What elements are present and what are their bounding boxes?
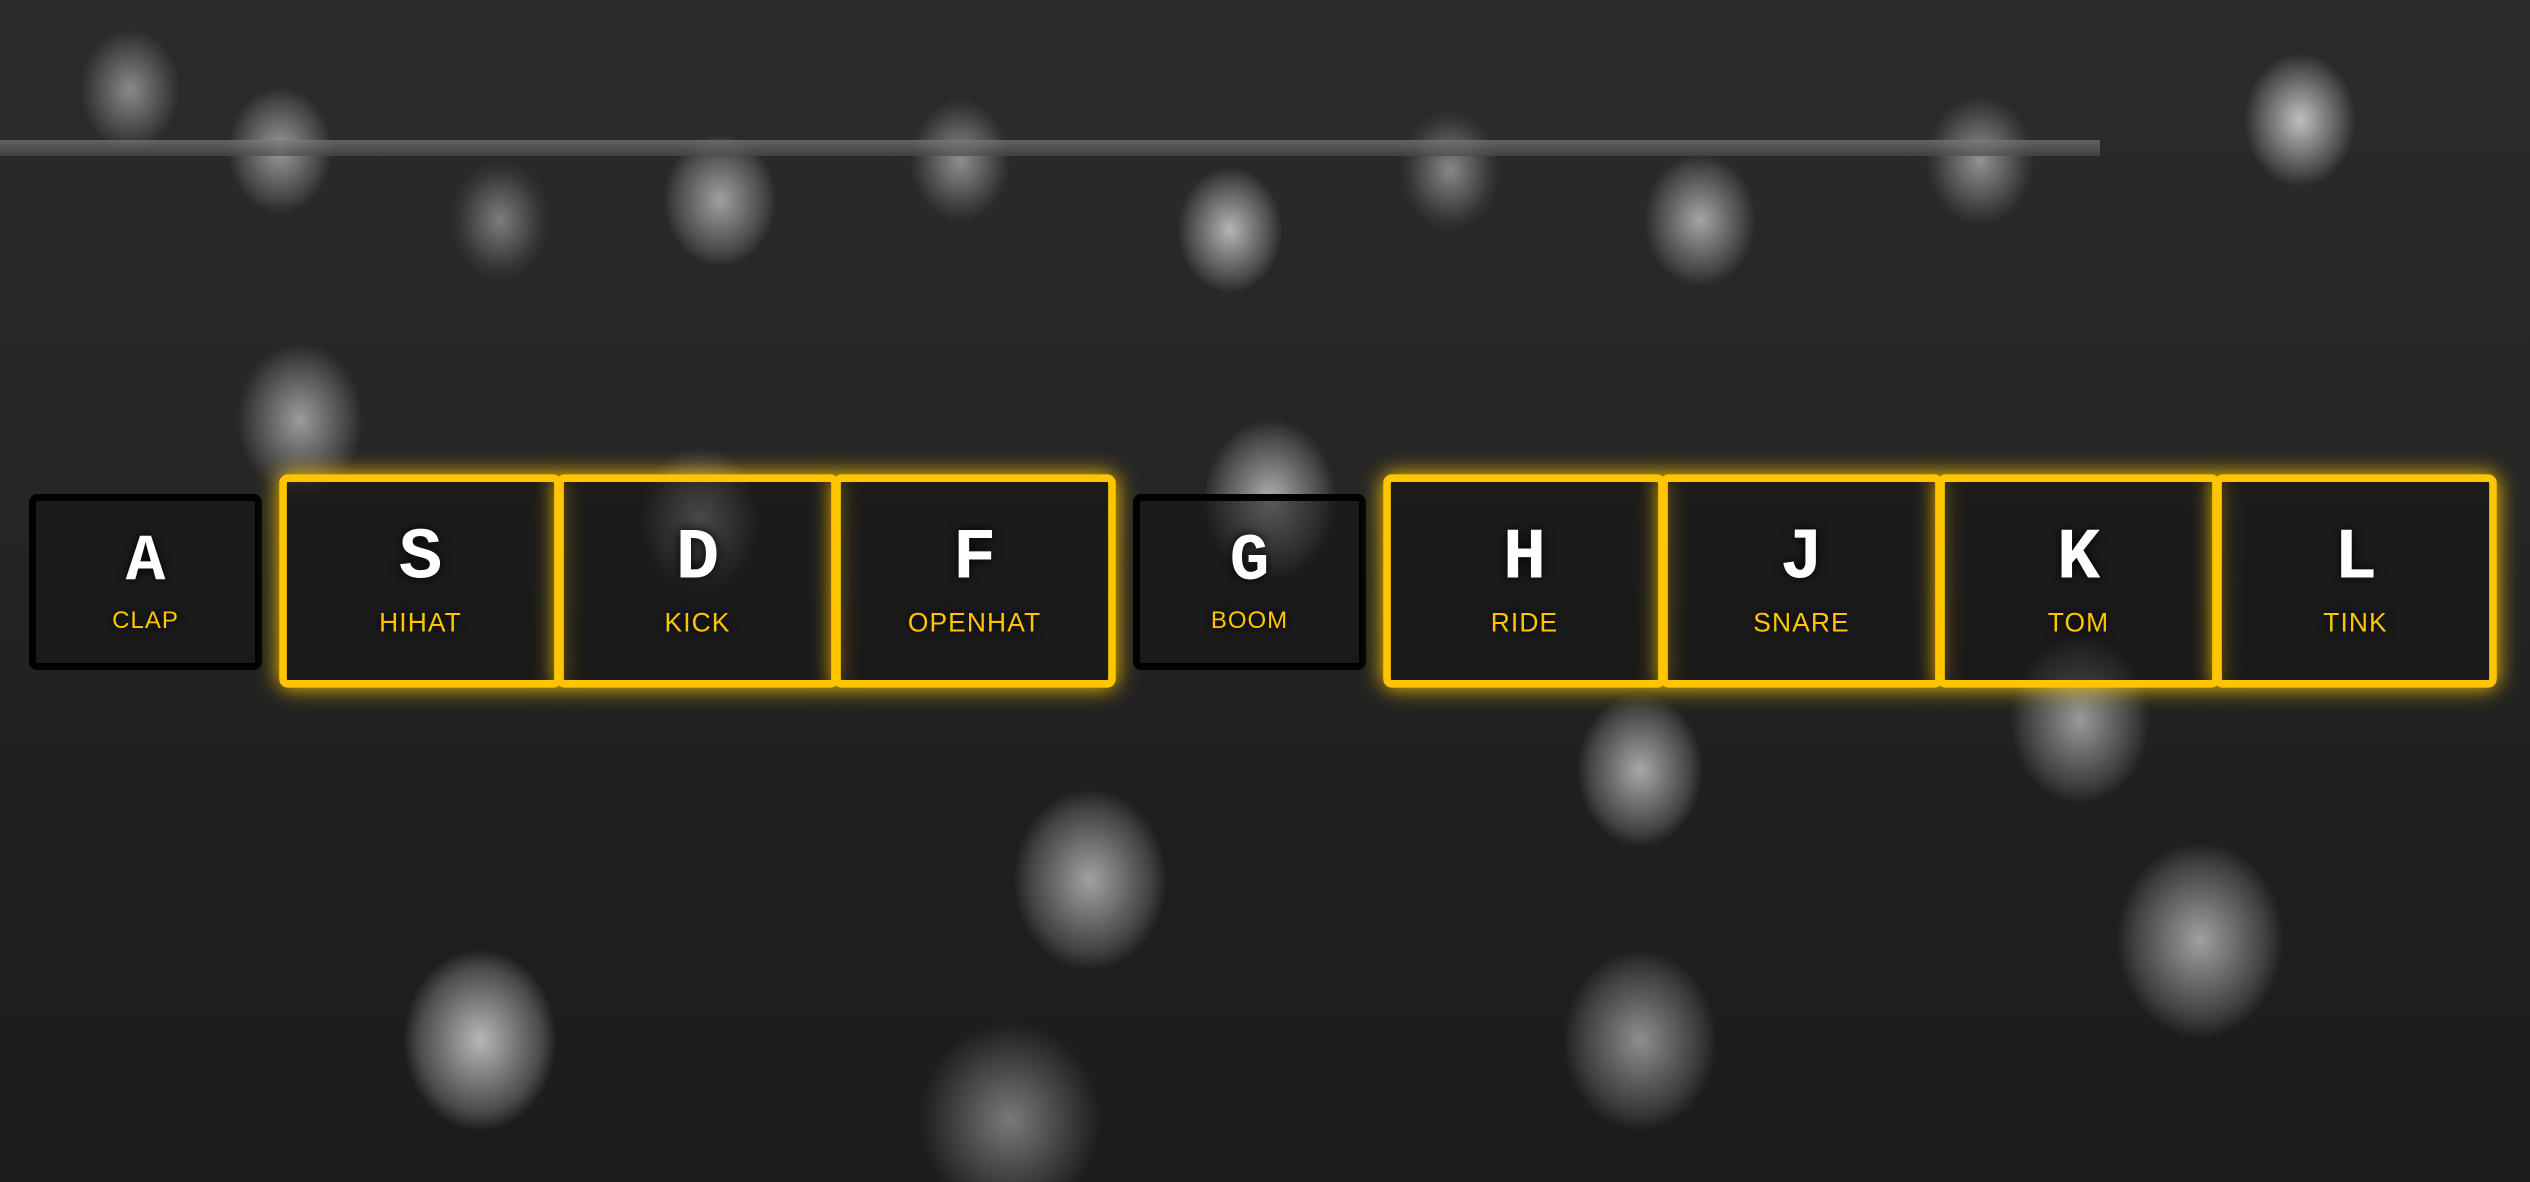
sound-label: tom xyxy=(2047,608,2110,639)
key-letter: G xyxy=(1229,524,1270,599)
sound-label: snare xyxy=(1753,608,1850,639)
drum-key-s[interactable]: S hihat xyxy=(279,474,562,688)
drum-key-j[interactable]: J snare xyxy=(1660,474,1943,688)
drum-key-h[interactable]: H ride xyxy=(1383,474,1666,688)
sound-label: kick xyxy=(664,608,731,639)
drum-key-k[interactable]: K tom xyxy=(1937,474,2220,688)
sound-label: ride xyxy=(1490,608,1559,639)
sound-label: openhat xyxy=(907,608,1042,639)
key-letter: H xyxy=(1502,517,1547,600)
drum-keys: A clap S hihat D kick F openhat G boom H… xyxy=(0,0,2530,1182)
drum-key-g[interactable]: G boom xyxy=(1133,494,1366,670)
drum-key-d[interactable]: D kick xyxy=(556,474,839,688)
key-letter: L xyxy=(2333,517,2378,600)
drum-key-f[interactable]: F openhat xyxy=(833,474,1116,688)
sound-label: tink xyxy=(2323,608,2388,639)
key-letter: D xyxy=(675,517,720,600)
key-letter: S xyxy=(398,517,443,600)
sound-label: hihat xyxy=(379,608,462,639)
sound-label: boom xyxy=(1210,607,1289,634)
drum-key-a[interactable]: A clap xyxy=(29,494,262,670)
drum-key-l[interactable]: L tink xyxy=(2214,474,2497,688)
key-letter: K xyxy=(2056,517,2101,600)
key-letter: F xyxy=(952,517,997,600)
sound-label: clap xyxy=(112,607,179,634)
key-letter: A xyxy=(125,524,166,599)
key-letter: J xyxy=(1779,517,1824,600)
